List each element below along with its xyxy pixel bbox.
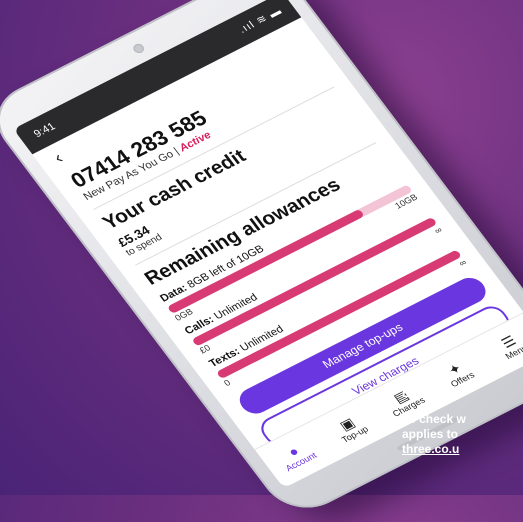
effective-note: Effective f — [402, 386, 460, 400]
status-time: 9:41 — [31, 120, 58, 141]
check-note-line1: To check w — [402, 412, 466, 426]
texts-min: 0 — [222, 377, 233, 388]
texts-max: ∞ — [456, 257, 469, 269]
calls-max: ∞ — [432, 224, 445, 236]
nav-label-account: Account — [283, 450, 319, 474]
check-note-line2: applies to — [402, 427, 459, 441]
camera-dot — [131, 42, 147, 55]
three-link[interactable]: three.co.u — [402, 442, 459, 456]
page: 9:41 .ııl ≋ ▬ ‹ 07414 283 585 New Pay As… — [0, 0, 523, 522]
